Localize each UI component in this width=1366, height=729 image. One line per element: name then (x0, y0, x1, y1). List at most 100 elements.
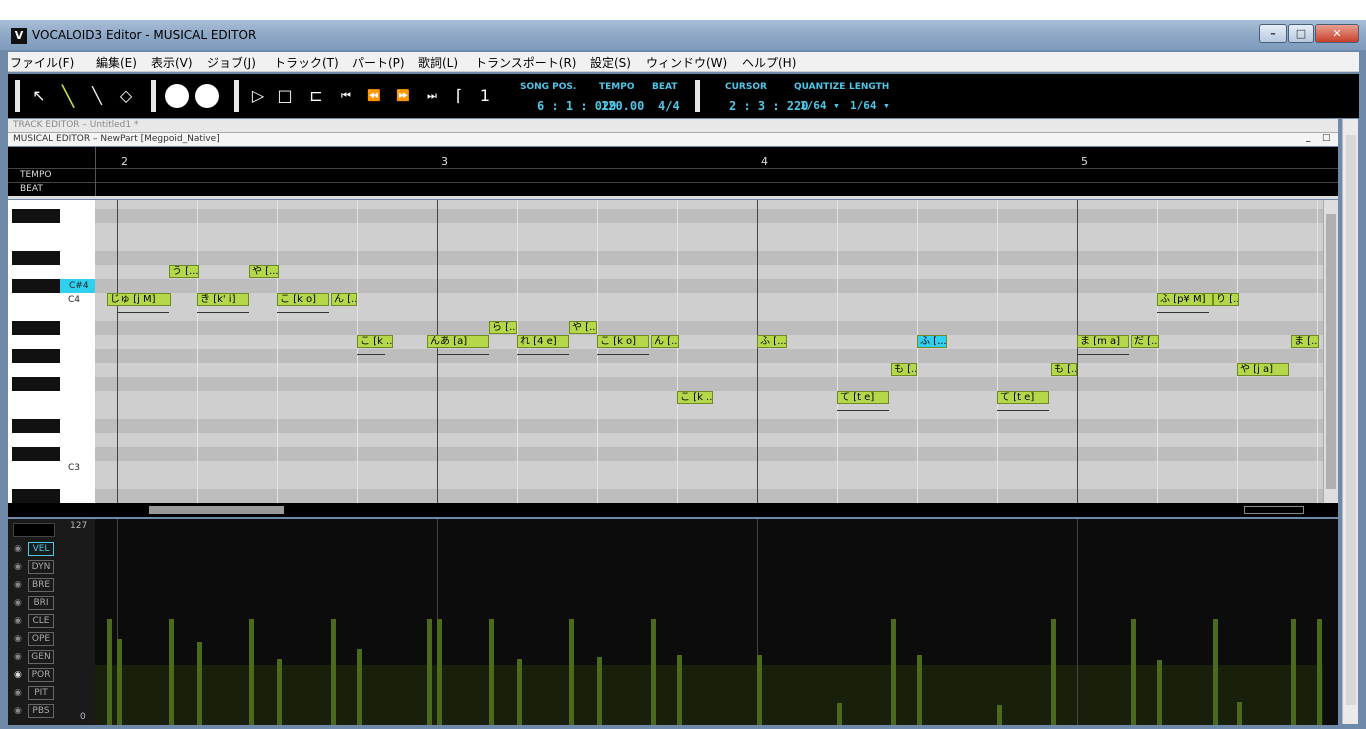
velocity-bar[interactable] (677, 655, 682, 725)
velocity-graph[interactable] (95, 519, 1323, 725)
velocity-bar[interactable] (1051, 619, 1056, 725)
black-key[interactable] (12, 489, 60, 503)
velocity-bar[interactable] (331, 619, 336, 725)
eye-icon[interactable]: ◉ (14, 616, 22, 626)
velocity-bar[interactable] (651, 619, 656, 725)
menu-help[interactable]: ヘルプ(H) (742, 54, 796, 71)
note[interactable]: て [t e] (837, 391, 889, 404)
param-ope-button[interactable]: OPE (28, 632, 54, 646)
play-icon[interactable]: ▷ (247, 85, 269, 107)
velocity-bar[interactable] (437, 619, 442, 725)
note[interactable]: ま [... (1291, 335, 1319, 348)
eye-icon[interactable]: ◉ (14, 634, 22, 644)
velocity-bar[interactable] (757, 655, 762, 725)
black-key[interactable] (12, 377, 60, 391)
black-key[interactable] (12, 321, 60, 335)
control-value-box[interactable] (13, 523, 55, 537)
menu-view[interactable]: 表示(V) (151, 54, 193, 71)
note[interactable]: ふ [p¥ M] (1157, 293, 1213, 306)
eye-icon[interactable]: ◉ (14, 706, 22, 716)
menu-track[interactable]: トラック(T) (274, 54, 339, 71)
black-key[interactable] (12, 419, 60, 433)
param-bri-button[interactable]: BRI (28, 596, 54, 610)
rewind-icon[interactable]: ⏪ (363, 85, 385, 107)
close-button[interactable]: ✕ (1315, 24, 1359, 43)
note[interactable]: も [... (1051, 363, 1077, 376)
horizontal-scrollbar-thumb[interactable] (149, 506, 284, 514)
param-por-button[interactable]: POR (28, 668, 54, 682)
eye-icon[interactable]: ◉ (14, 598, 22, 608)
panel-minimize-button[interactable]: _ (1306, 133, 1311, 143)
eye-icon[interactable]: ◉ (14, 580, 22, 590)
skip-to-start-icon[interactable]: ⏮ (335, 85, 357, 107)
note[interactable]: き [k' i] (197, 293, 249, 306)
piano-keyboard[interactable]: C#4 C4 C3 (8, 200, 95, 503)
line-tool-icon[interactable]: ╲ (86, 85, 108, 107)
note[interactable]: んあ [a] (427, 335, 489, 348)
velocity-bar[interactable] (357, 649, 362, 725)
fast-forward-icon[interactable]: ⏩ (392, 85, 414, 107)
minimize-button[interactable]: – (1259, 24, 1287, 43)
black-key[interactable] (12, 447, 60, 461)
pencil-tool-icon[interactable]: ╲ (57, 85, 79, 107)
param-pit-button[interactable]: PIT (28, 686, 54, 700)
panel-maximize-button[interactable]: □ (1322, 133, 1331, 143)
eye-icon[interactable]: ◉ (14, 652, 22, 662)
param-bre-button[interactable]: BRE (28, 578, 54, 592)
scrollbar-thumb[interactable] (1346, 135, 1356, 705)
velocity-bar[interactable] (169, 619, 174, 725)
note[interactable]: こ [k ... (677, 391, 713, 404)
singer-export-icon[interactable] (195, 84, 219, 108)
note[interactable]: う [... (169, 265, 199, 278)
eye-icon[interactable]: ◉ (14, 688, 22, 698)
note[interactable]: り [... (1213, 293, 1239, 306)
velocity-bar[interactable] (997, 705, 1002, 725)
velocity-bar[interactable] (1131, 619, 1136, 725)
note[interactable]: ふ [... (757, 335, 787, 348)
menu-edit[interactable]: 編集(E) (96, 54, 137, 71)
note[interactable]: ん [... (651, 335, 679, 348)
note[interactable]: て [t e] (997, 391, 1049, 404)
param-dyn-button[interactable]: DYN (28, 560, 54, 574)
velocity-bar[interactable] (891, 619, 896, 725)
velocity-bar[interactable] (197, 642, 202, 725)
note[interactable]: こ [k o] (277, 293, 329, 306)
note[interactable]: だ [... (1131, 335, 1159, 348)
param-pbs-button[interactable]: PBS (28, 704, 54, 718)
velocity-bar[interactable] (107, 619, 112, 725)
note[interactable]: こ [k o] (597, 335, 649, 348)
zoom-slider[interactable] (1244, 506, 1304, 514)
note[interactable]: こ [k ... (357, 335, 393, 348)
note[interactable]: れ [4 e] (517, 335, 569, 348)
note[interactable]: じゅ [j M] (107, 293, 171, 306)
note[interactable]: や [j a] (1237, 363, 1289, 376)
horizontal-scrollbar[interactable] (8, 503, 1338, 517)
note[interactable]: ら [... (489, 321, 517, 334)
tempo-value[interactable]: 120.00 (601, 99, 644, 113)
velocity-bar[interactable] (489, 619, 494, 725)
velocity-bar[interactable] (597, 657, 602, 725)
velocity-bar[interactable] (117, 639, 122, 725)
black-key[interactable] (12, 349, 60, 363)
beat-value[interactable]: 4/4 (658, 99, 680, 113)
velocity-bar[interactable] (837, 703, 842, 725)
length-select[interactable]: 1/64 ▾ (850, 99, 890, 112)
end-marker-icon[interactable]: 1 (474, 85, 496, 107)
note[interactable]: も [... (891, 363, 917, 376)
loop-icon[interactable]: ⊏ (305, 85, 327, 107)
menu-part[interactable]: パート(P) (352, 54, 405, 71)
velocity-bar[interactable] (249, 619, 254, 725)
note[interactable]: ま [m a] (1077, 335, 1129, 348)
velocity-bar[interactable] (277, 659, 282, 725)
velocity-bar[interactable] (1213, 619, 1218, 725)
eraser-tool-icon[interactable]: ◇ (115, 85, 137, 107)
velocity-bar[interactable] (517, 659, 522, 725)
track-editor-bar[interactable]: TRACK EDITOR – Untitled1 * (8, 119, 1338, 132)
velocity-bar[interactable] (917, 655, 922, 725)
piano-roll-vertical-scrollbar[interactable] (1323, 200, 1338, 503)
singer-import-icon[interactable] (165, 84, 189, 108)
black-key[interactable] (12, 279, 60, 293)
velocity-bar[interactable] (569, 619, 574, 725)
menu-transport[interactable]: トランスポート(R) (475, 54, 576, 71)
piano-roll[interactable]: C#4 C4 C3 う [... や [... じゅ [j M] き [k' i… (8, 200, 1338, 503)
